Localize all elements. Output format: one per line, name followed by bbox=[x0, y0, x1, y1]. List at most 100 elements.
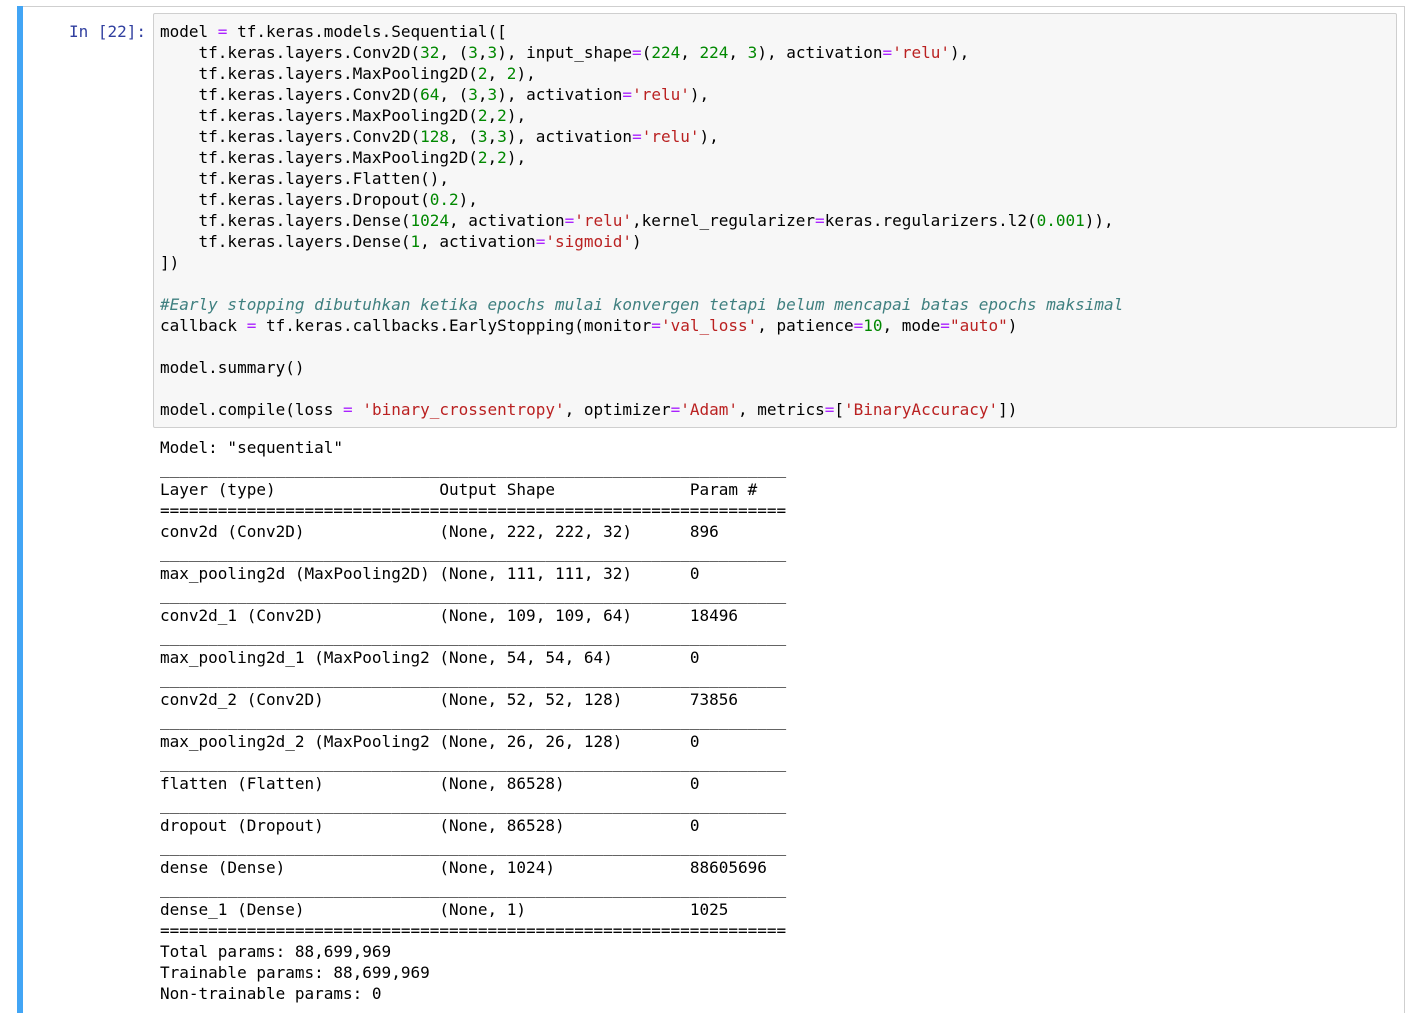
code-token: , patience bbox=[757, 316, 854, 335]
code-line-callback: callback = tf.keras.callbacks.EarlyStopp… bbox=[160, 315, 1123, 336]
code-token: = bbox=[940, 316, 950, 335]
code-blank bbox=[160, 273, 1123, 294]
code-token: tf.keras.layers.Conv2D( bbox=[160, 43, 421, 62]
code-token: 'relu' bbox=[632, 85, 690, 104]
code-token: , bbox=[487, 127, 498, 146]
code-token: 3 bbox=[487, 43, 498, 62]
shape-cell: (None, 54, 54, 64) bbox=[439, 648, 690, 667]
code-token: 2 bbox=[477, 148, 488, 167]
table-row: dropout (Dropout) (None, 86528) 0 bbox=[160, 815, 786, 836]
code-token: ), bbox=[506, 148, 527, 167]
layer-cell: max_pooling2d (MaxPooling2D) bbox=[160, 564, 440, 583]
layer-cell: dense (Dense) bbox=[160, 858, 440, 877]
layer-cell: conv2d (Conv2D) bbox=[160, 522, 440, 541]
code-token: ) bbox=[1007, 316, 1018, 335]
code-token: 'binary_crossentropy' bbox=[362, 400, 565, 419]
code-line-layer: tf.keras.layers.Dense(1, activation='sig… bbox=[160, 231, 1123, 252]
code-line-layer: tf.keras.layers.Flatten(), bbox=[160, 168, 1123, 189]
code-token: , mode bbox=[882, 316, 941, 335]
code-line-layer: tf.keras.layers.MaxPooling2D(2,2), bbox=[160, 147, 1123, 168]
code-token: 3 bbox=[747, 43, 758, 62]
table-row: conv2d_1 (Conv2D) (None, 109, 109, 64) 1… bbox=[160, 605, 786, 626]
code-token: 0.2 bbox=[429, 190, 459, 209]
shape-cell: Output Shape bbox=[439, 480, 690, 499]
code-token: , bbox=[477, 85, 488, 104]
code-token: , bbox=[487, 106, 498, 125]
code-token: ,kernel_regularizer bbox=[632, 211, 816, 230]
rule: ________________________________________… bbox=[160, 879, 787, 898]
rule: ________________________________________… bbox=[160, 669, 787, 688]
params-cell: 0 bbox=[689, 564, 700, 583]
rule: ________________________________________… bbox=[160, 543, 787, 562]
layer-cell: dense_1 (Dense) bbox=[160, 900, 440, 919]
code-token: ), bbox=[458, 190, 478, 209]
code-token: ), bbox=[516, 64, 536, 83]
shape-cell: (None, 1) bbox=[439, 900, 690, 919]
code-token: ), bbox=[699, 127, 719, 146]
code-token: 64 bbox=[420, 85, 440, 104]
table-row: flatten (Flatten) (None, 86528) 0 bbox=[160, 773, 786, 794]
code-token: [ bbox=[834, 400, 844, 419]
code-token: 2 bbox=[497, 148, 507, 167]
code-line-layer: tf.keras.layers.MaxPooling2D(2, 2), bbox=[160, 63, 1123, 84]
code-line-layer: tf.keras.layers.Conv2D(64, (3,3), activa… bbox=[160, 84, 1123, 105]
code-token: ) bbox=[632, 232, 642, 251]
code-line-close: ]) bbox=[160, 253, 180, 272]
code-token: 3 bbox=[497, 127, 507, 146]
code-token: keras.regularizers.l2( bbox=[824, 211, 1037, 230]
params-cell: 0 bbox=[689, 816, 700, 835]
code-line-compile: model.compile(loss = 'binary_crossentrop… bbox=[160, 399, 1123, 420]
rule: ________________________________________… bbox=[160, 837, 787, 856]
code-token: 10 bbox=[863, 316, 883, 335]
code-token: 'BinaryAccuracy' bbox=[844, 400, 999, 419]
rule: ________________________________________… bbox=[160, 459, 787, 478]
code-token: 1024 bbox=[410, 211, 449, 230]
table-row: conv2d (Conv2D) (None, 222, 222, 32) 896 bbox=[160, 521, 786, 542]
table-row: max_pooling2d_2 (MaxPooling2 (None, 26, … bbox=[160, 731, 786, 752]
params-cell: 73856 bbox=[689, 690, 738, 709]
code-token: ), activation bbox=[497, 85, 623, 104]
layer-cell: dropout (Dropout) bbox=[160, 816, 440, 835]
rule: ________________________________________… bbox=[160, 711, 787, 730]
code-token: ), bbox=[689, 85, 710, 104]
code-line-summary: model.summary() bbox=[160, 358, 305, 377]
code-token: , bbox=[477, 43, 488, 62]
code-token: tf.keras.models.Sequential([ bbox=[227, 22, 507, 41]
shape-cell: (None, 52, 52, 128) bbox=[439, 690, 690, 709]
code-token: 3 bbox=[468, 85, 478, 104]
code-token: = bbox=[632, 127, 642, 146]
code-token: tf.keras.layers.Dropout( bbox=[160, 190, 430, 209]
code-token: tf.keras.callbacks.EarlyStopping(monitor bbox=[256, 316, 652, 335]
code-token: 224 bbox=[651, 43, 681, 62]
code-token: = bbox=[217, 22, 228, 41]
cell-output: Model: "sequential" _____________________… bbox=[160, 437, 786, 1004]
shape-cell: (None, 86528) bbox=[439, 816, 690, 835]
layer-cell: conv2d_2 (Conv2D) bbox=[160, 690, 440, 709]
shape-cell: (None, 109, 109, 64) bbox=[439, 606, 690, 625]
code-token: = bbox=[535, 232, 546, 251]
code-token: ), bbox=[949, 43, 970, 62]
code-token: 1 bbox=[410, 232, 421, 251]
code-token: 'sigmoid' bbox=[545, 232, 633, 251]
total-params: Total params: 88,699,969 bbox=[160, 942, 392, 961]
code-token: = bbox=[853, 316, 864, 335]
input-prompt: In [22]: bbox=[68, 22, 146, 41]
code-token: 224 bbox=[699, 43, 729, 62]
code-token: ( bbox=[641, 43, 652, 62]
selected-cell-indicator bbox=[17, 6, 23, 1013]
code-token: tf.keras.layers.Conv2D( bbox=[160, 127, 421, 146]
code-line-layer: tf.keras.layers.Conv2D(32, (3,3), input_… bbox=[160, 42, 1123, 63]
code-line-layer: tf.keras.layers.Conv2D(128, (3,3), activ… bbox=[160, 126, 1123, 147]
layer-cell: flatten (Flatten) bbox=[160, 774, 440, 793]
table-row: dense_1 (Dense) (None, 1) 1025 bbox=[160, 899, 786, 920]
code-token: , activation bbox=[420, 232, 536, 251]
code-token: , optimizer bbox=[564, 400, 671, 419]
code-token: 3 bbox=[487, 85, 498, 104]
table-row: max_pooling2d (MaxPooling2D) (None, 111,… bbox=[160, 563, 786, 584]
rule-double: ========================================… bbox=[160, 921, 787, 940]
code-editor[interactable]: model = tf.keras.models.Sequential([ tf.… bbox=[160, 21, 1123, 420]
code-token: 2 bbox=[506, 64, 517, 83]
shape-cell: (None, 86528) bbox=[439, 774, 690, 793]
code-token: 'Adam' bbox=[680, 400, 739, 419]
